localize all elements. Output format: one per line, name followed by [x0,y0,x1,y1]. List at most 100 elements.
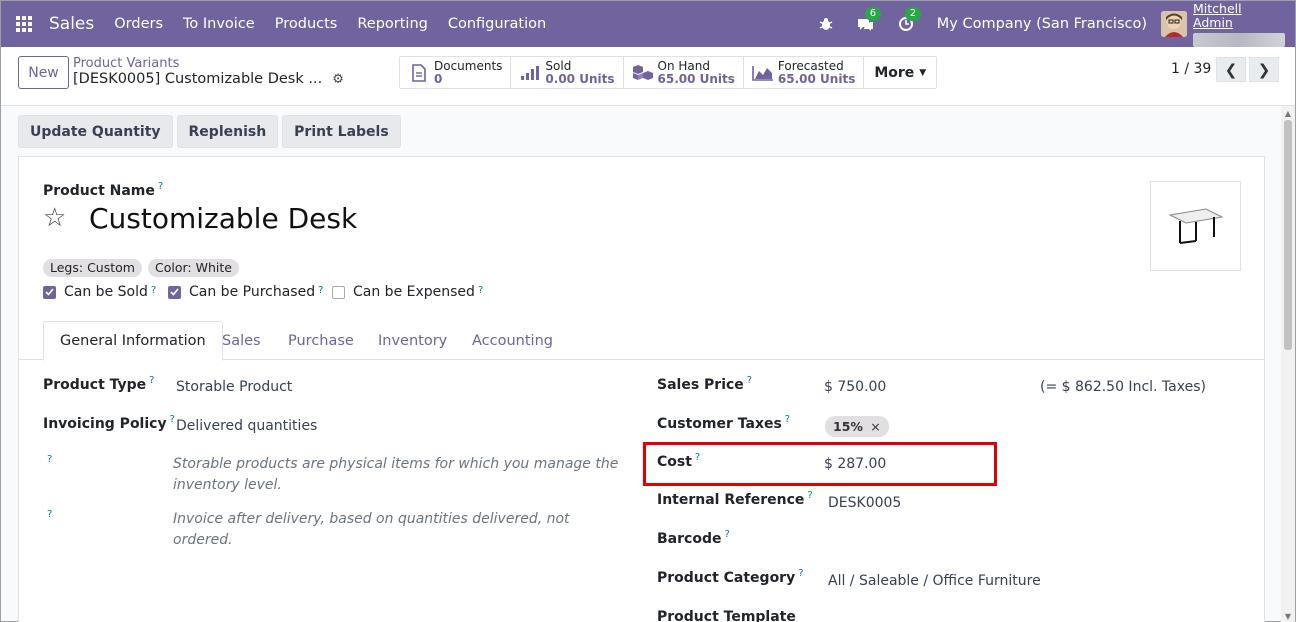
product-name-label-text: Product Name [43,183,155,199]
activity-clock-icon[interactable]: 2 [897,7,922,33]
documents-value: 0 [434,71,443,86]
cost-highlight-box [643,442,997,486]
menu-orders[interactable]: Orders [114,16,163,32]
replenish-button[interactable]: Replenish [176,115,279,148]
record-title: [DESK0005] Customizable Desk ... ⚙ [73,71,344,87]
internal-reference-field[interactable]: DESK0005 [828,495,901,511]
activity-count-badge: 2 [904,7,922,21]
breadcrumb[interactable]: Product Variants [73,56,179,71]
storable-hint: Storable products are physical items for… [173,456,619,493]
invoicing-policy-field[interactable]: Delivered quantities [176,418,317,434]
help-icon[interactable]: ? [151,285,156,296]
form-sheet: Product Name? ☆ Customizable Desk Legs: … [18,156,1265,622]
customer-tax-value: 15% [833,419,863,434]
print-labels-button[interactable]: Print Labels [282,115,401,148]
tab-general-information[interactable]: General Information [43,321,223,361]
help-icon[interactable]: ? [798,568,803,579]
barcode-label-text: Barcode [657,531,722,547]
bar-chart-icon [519,62,541,84]
chat-icon[interactable]: 6 [857,7,882,33]
on-hand-smart-button[interactable]: On Hand 65.00 Units [623,57,744,88]
form-tabs: General Information Sales Purchase Inven… [19,321,1264,361]
tab-purchase[interactable]: Purchase [272,321,370,360]
can-be-sold-label: Can be Sold [64,284,148,300]
scroll-up-arrow-icon[interactable]: ▲ [1281,106,1295,120]
help-icon[interactable]: ? [47,509,52,520]
user-name[interactable]: Mitchell Admin [1193,1,1281,30]
help-icon[interactable]: ? [318,285,323,296]
help-icon[interactable]: ? [47,454,52,465]
checkbox-unchecked-icon[interactable] [332,285,345,299]
top-navbar: Sales Orders To Invoice Products Reporti… [1,1,1295,47]
customer-taxes-label: Customer Taxes? [657,414,790,432]
internal-reference-label: Internal Reference? [657,490,813,508]
menu-configuration[interactable]: Configuration [448,16,546,32]
documents-smart-button[interactable]: Documents 0 [400,57,512,88]
pager-value[interactable]: 1 / 39 [1171,61,1211,77]
company-switcher[interactable]: My Company (San Francisco) [937,16,1147,32]
can-be-expensed-checkbox[interactable]: Can be Expensed? [332,284,483,300]
tab-inventory[interactable]: Inventory [362,321,463,360]
can-be-purchased-checkbox[interactable]: Can be Purchased? [168,284,323,300]
tab-accounting[interactable]: Accounting [456,321,569,360]
product-type-field[interactable]: Storable Product [176,379,292,395]
scrollbar-thumb[interactable] [1284,120,1292,350]
area-chart-icon [752,62,774,84]
favorite-star-icon[interactable]: ☆ [43,203,66,233]
product-name-field[interactable]: Customizable Desk [89,202,357,235]
customer-tax-tag[interactable]: 15% × [825,416,889,437]
new-button[interactable]: New [18,56,69,89]
product-type-label: Product Type? [43,375,154,393]
user-avatar[interactable] [1161,11,1187,37]
menu-products[interactable]: Products [275,16,338,32]
menu-to-invoice[interactable]: To Invoice [183,16,255,32]
scroll-down-arrow-icon[interactable]: ▼ [1281,609,1295,622]
product-category-label-text: Product Category [657,570,796,586]
update-quantity-button[interactable]: Update Quantity [18,115,173,148]
on-hand-label: On Hand [657,58,710,73]
app-name[interactable]: Sales [49,14,94,34]
help-icon[interactable]: ? [158,181,163,192]
invoice-hint: Invoice after delivery, based on quantit… [173,511,570,548]
internal-reference-label-text: Internal Reference [657,492,805,508]
checkbox-checked-icon[interactable] [43,285,56,299]
remove-tag-icon[interactable]: × [870,419,880,434]
caret-down-icon: ▼ [919,67,927,78]
product-template-label: Product Template [657,609,796,622]
sales-price-label-text: Sales Price [657,377,744,393]
pager-previous-button[interactable]: ❮ [1216,57,1246,82]
help-icon[interactable]: ? [170,414,175,425]
attribute-tag-legs: Legs: Custom [43,259,142,277]
help-icon[interactable]: ? [724,529,729,540]
product-type-label-text: Product Type [43,377,147,393]
gear-icon[interactable]: ⚙ [332,72,344,87]
help-icon[interactable]: ? [149,375,154,386]
action-bar: Update Quantity Replenish Print Labels [18,115,405,148]
tab-sales[interactable]: Sales [206,321,277,360]
product-image[interactable] [1150,181,1241,271]
product-name-label: Product Name? [43,181,163,199]
pager-next-button[interactable]: ❯ [1249,57,1279,82]
bug-icon[interactable] [817,15,835,33]
user-menu[interactable]: Mitchell Admin [1193,1,1285,47]
help-icon[interactable]: ? [478,285,483,296]
desk-image-icon [1167,208,1224,244]
record-title-text: [DESK0005] Customizable Desk ... [73,71,323,87]
help-icon[interactable]: ? [785,414,790,425]
forecasted-smart-button[interactable]: Forecasted 65.00 Units [743,57,865,88]
product-category-field[interactable]: All / Saleable / Office Furniture [828,573,1041,589]
help-icon[interactable]: ? [807,490,812,501]
menu-reporting[interactable]: Reporting [357,16,428,32]
help-icon[interactable]: ? [747,375,752,386]
sales-price-field[interactable]: $ 750.00 [824,379,886,395]
apps-menu-icon[interactable] [1,1,47,47]
sold-smart-button[interactable]: Sold 0.00 Units [511,57,624,88]
chevron-left-icon: ❮ [1224,60,1238,79]
checkbox-checked-icon[interactable] [168,285,181,299]
sold-value: 0.00 Units [545,71,615,86]
invoicing-policy-label-text: Invoicing Policy [43,416,167,432]
more-dropdown-button[interactable]: More ▼ [864,57,936,88]
page-scrollbar[interactable]: ▲ ▼ [1281,106,1295,622]
on-hand-value: 65.00 Units [657,71,735,86]
can-be-sold-checkbox[interactable]: Can be Sold? [43,284,156,300]
